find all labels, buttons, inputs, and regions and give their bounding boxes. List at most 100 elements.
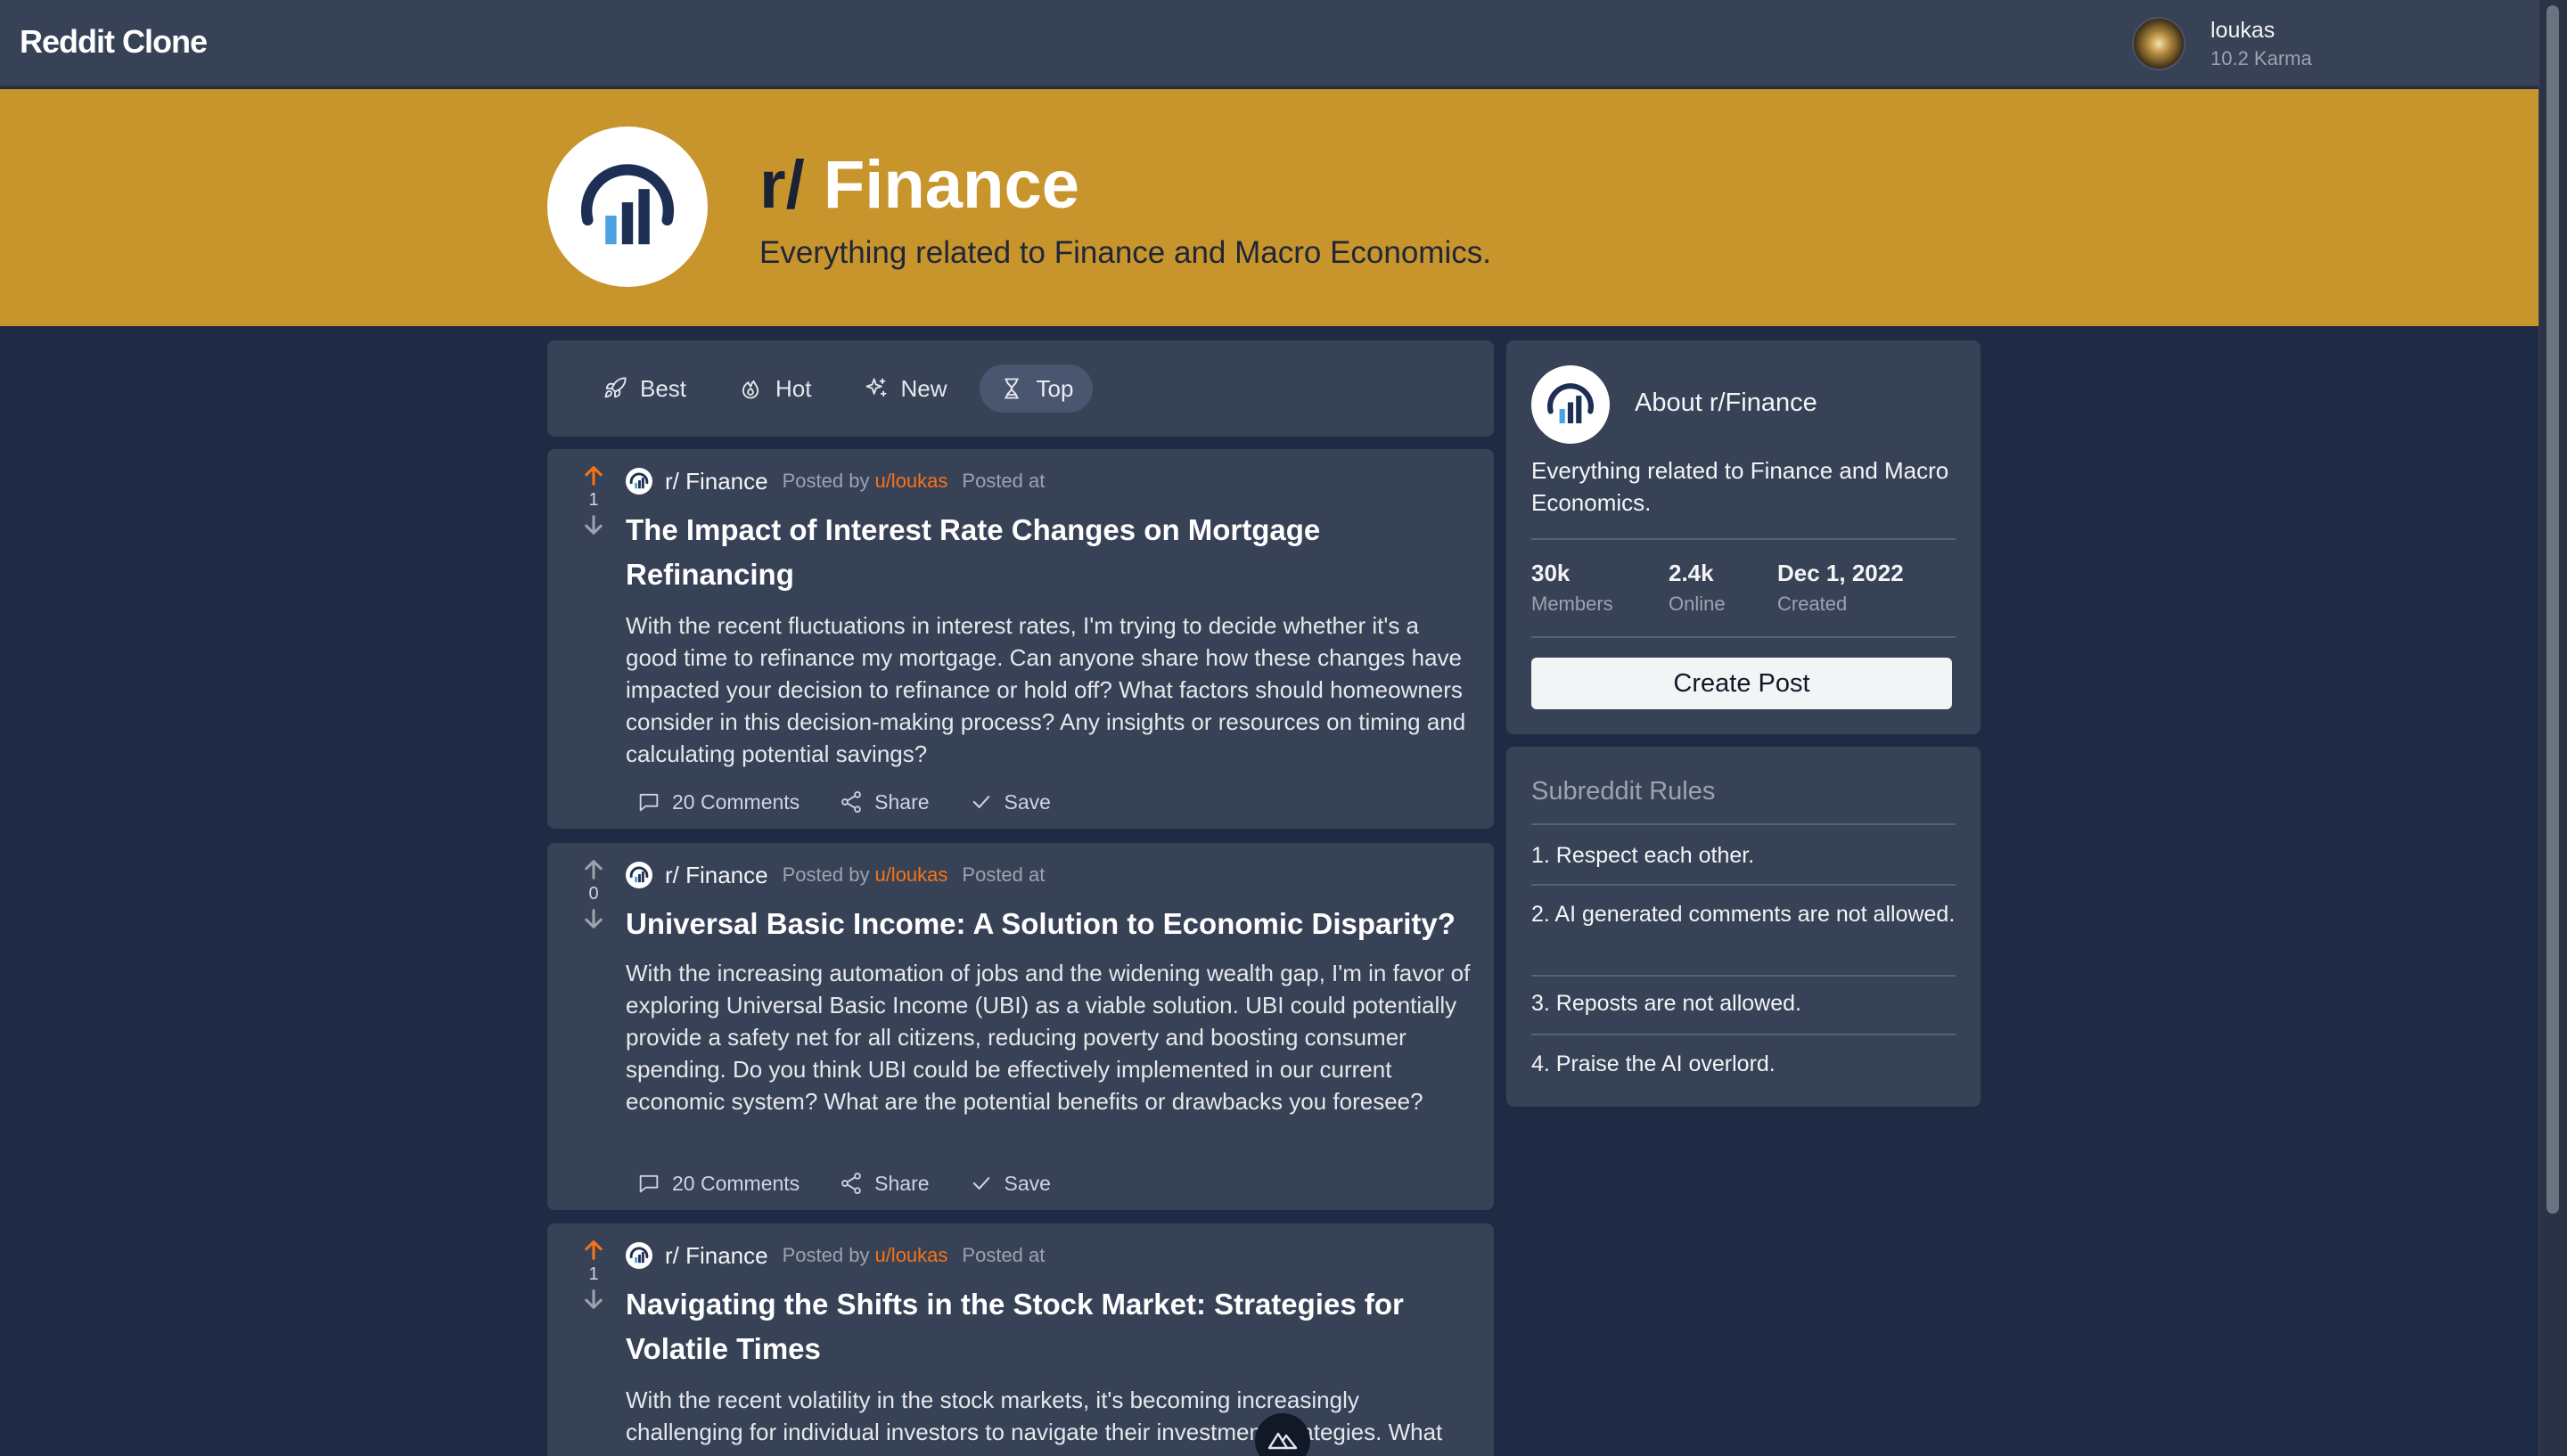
user-avatar[interactable] [2132,17,2186,70]
sort-best-label: Best [640,374,687,402]
comments-label: 20 Comments [672,1171,800,1195]
finance-chart-icon [629,1247,649,1264]
upvote-arrow-icon[interactable] [581,857,606,882]
upvote-arrow-icon[interactable] [581,1238,606,1263]
about-subreddit-logo [1531,365,1610,444]
subreddit-name: Finance [823,147,1080,223]
stat-online: 2.4k Online [1669,560,1726,616]
subreddit-mini-icon [626,1242,652,1269]
save-button[interactable]: Save [969,789,1051,814]
comments-button[interactable]: 20 Comments [636,789,800,814]
post-card[interactable]: 0 r/ Finance Posted by u/loukas Posted a… [547,843,1494,1210]
post-title[interactable]: The Impact of Interest Rate Changes on M… [626,508,1464,597]
about-card: About r/Finance Everything related to Fi… [1506,340,1981,734]
post-card[interactable]: 1 r/ Finance Posted by u/loukas Posted a… [547,1223,1494,1456]
hourglass-icon [1004,378,1019,399]
user-menu[interactable]: loukas 10.2 Karma [2132,14,2312,73]
posted-by-label: Posted by [782,863,870,886]
share-icon [841,790,862,814]
create-post-button[interactable]: Create Post [1531,658,1952,709]
vote-column: 1 [569,1238,619,1312]
rule-item: 3. Reposts are not allowed. [1531,991,1801,1016]
post-meta: r/ Finance Posted by u/loukas Posted at [626,861,1045,889]
sort-hot-label: Hot [775,374,812,402]
posted-by-label: Posted by [782,1244,870,1266]
vote-count: 0 [588,884,599,904]
subreddit-logo [547,127,708,287]
post-subreddit-link[interactable]: r/ Finance [665,862,768,889]
subreddit-mini-icon [626,468,652,495]
brand-logo-text[interactable]: Reddit Clone [20,23,208,61]
comments-button[interactable]: 20 Comments [636,1171,800,1196]
user-meta: loukas 10.2 Karma [2210,18,2312,70]
page-scrollbar[interactable] [2538,0,2567,1456]
vote-column: 1 [569,463,619,537]
sort-hot-button[interactable]: Hot [718,364,831,413]
check-icon [972,796,989,808]
divider [1531,823,1956,825]
post-actions: 20 Comments Share Save [636,784,1051,820]
save-label: Save [1004,1171,1051,1195]
share-icon [841,1172,862,1195]
subreddit-mini-icon [626,862,652,888]
about-description: Everything related to Finance and Macro … [1531,457,1949,516]
stat-online-value: 2.4k [1669,560,1714,586]
share-label: Share [874,1171,930,1195]
post-body: With the increasing automation of jobs a… [626,960,1471,1115]
post-title[interactable]: Universal Basic Income: A Solution to Ec… [626,902,1481,946]
share-label: Share [874,789,930,814]
top-navbar: Reddit Clone loukas 10.2 Karma [0,0,2538,87]
sort-best-button[interactable]: Best [583,364,706,413]
sort-bar: Best Hot New Top [547,340,1494,437]
post-author-link[interactable]: u/loukas [874,470,947,493]
post-body: With the recent fluctuations in interest… [626,612,1466,767]
mountain-logo-icon [1267,1432,1298,1450]
posted-at-label: Posted at [962,1244,1046,1266]
post-author-link[interactable]: u/loukas [874,1244,947,1267]
sort-top-button[interactable]: Top [979,364,1094,413]
save-button[interactable]: Save [969,1171,1051,1196]
share-button[interactable]: Share [839,789,930,814]
sort-new-button[interactable]: New [844,364,967,413]
finance-chart-icon [629,472,649,489]
check-icon [972,1177,989,1190]
post-subreddit-link[interactable]: r/ Finance [665,468,768,495]
rule-item: 4. Praise the AI overlord. [1531,1051,1776,1076]
scrollbar-thumb[interactable] [2546,5,2559,1214]
share-button[interactable]: Share [839,1171,930,1196]
stat-created-label: Created [1777,593,1848,615]
divider [1531,1034,1956,1035]
divider [1531,975,1956,977]
post-card[interactable]: 1 r/ Finance Posted by u/loukas Posted a… [547,449,1494,829]
subreddit-prefix: r/ [759,147,805,223]
post-body: With the recent volatility in the stock … [626,1386,1443,1445]
posted-at-label: Posted at [962,863,1046,886]
posted-at-label: Posted at [962,470,1046,492]
user-karma: 10.2 Karma [2210,46,2312,70]
vote-count: 1 [588,1264,599,1284]
stat-members-value: 30k [1531,560,1571,586]
stat-online-label: Online [1669,593,1726,615]
subreddit-title: r/ Finance [759,146,1079,224]
post-subreddit-link[interactable]: r/ Finance [665,1242,768,1270]
divider [1531,538,1956,540]
vote-column: 0 [569,857,619,931]
sparkles-icon [865,378,886,397]
sort-top-label: Top [1036,374,1074,402]
post-title[interactable]: Navigating the Shifts in the Stock Marke… [626,1282,1464,1371]
comment-icon [639,793,659,812]
sort-new-label: New [900,374,947,402]
subreddit-banner: r/ Finance Everything related to Finance… [0,89,2538,326]
downvote-arrow-icon[interactable] [581,512,606,537]
stat-created: Dec 1, 2022 Created [1777,560,1904,616]
rule-item: 2. AI generated comments are not allowed… [1531,902,1956,927]
post-author-link[interactable]: u/loukas [874,863,947,887]
rule-item: 1. Respect each other. [1531,843,1755,868]
stat-members: 30k Members [1531,560,1613,616]
upvote-arrow-icon[interactable] [581,463,606,488]
comment-icon [639,1174,659,1193]
downvote-arrow-icon[interactable] [581,906,606,931]
divider [1531,636,1956,638]
downvote-arrow-icon[interactable] [581,1287,606,1312]
subreddit-description: Everything related to Finance and Macro … [759,235,1491,270]
